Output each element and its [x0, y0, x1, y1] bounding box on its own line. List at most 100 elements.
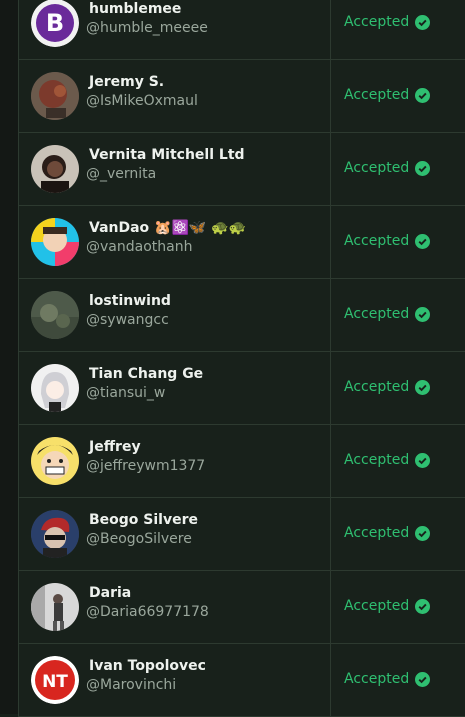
participants-table: B humblemee @humble_meeee Accepted Jerem…: [18, 0, 465, 717]
logo-avatar-icon: NT: [31, 656, 79, 704]
avatar[interactable]: [31, 364, 79, 412]
user-cell: Daria @Daria66977178: [19, 571, 331, 643]
user-cell: Tian Chang Ge @tiansui_w: [19, 352, 331, 424]
status-cell: Accepted: [332, 279, 465, 351]
user-name[interactable]: humblemee: [89, 1, 181, 17]
user-handle: @Marovinchi: [86, 677, 177, 693]
status-badge: Accepted: [344, 160, 431, 176]
status-label: Accepted: [344, 14, 410, 30]
table-row[interactable]: Tian Chang Ge @tiansui_w Accepted: [19, 352, 465, 425]
user-cell: Beogo Silvere @BeogoSilvere: [19, 498, 331, 570]
anime-avatar-icon: [31, 364, 79, 412]
user-handle: @humble_meeee: [86, 20, 208, 36]
table-row[interactable]: NT Ivan Topolovec @Marovinchi Accepted: [19, 644, 465, 717]
status-cell: Accepted: [332, 498, 465, 570]
check-circle-icon: [415, 233, 431, 249]
svg-text:B: B: [46, 9, 64, 37]
status-label: Accepted: [344, 525, 410, 541]
check-circle-icon: [415, 160, 431, 176]
avatar[interactable]: [31, 510, 79, 558]
check-circle-icon: [415, 87, 431, 103]
avatar[interactable]: [31, 291, 79, 339]
avatar[interactable]: [31, 218, 79, 266]
bitcoin-avatar-icon: B: [31, 0, 79, 47]
status-cell: Accepted: [332, 206, 465, 278]
landscape-avatar-icon: [31, 291, 79, 339]
table-row[interactable]: B humblemee @humble_meeee Accepted: [19, 0, 465, 60]
status-cell: Accepted: [332, 0, 465, 59]
table-row[interactable]: VanDao 🐹⚛️🦋 🐢🐢 @vandaothanh Accepted: [19, 206, 465, 279]
svg-text:NT: NT: [42, 672, 68, 692]
user-name[interactable]: Jeremy S.: [89, 74, 164, 90]
status-badge: Accepted: [344, 452, 431, 468]
user-name[interactable]: VanDao 🐹⚛️🦋 🐢🐢: [89, 220, 246, 236]
table-row[interactable]: Vernita Mitchell Ltd @_vernita Accepted: [19, 133, 465, 206]
status-label: Accepted: [344, 87, 410, 103]
user-cell: VanDao 🐹⚛️🦋 🐢🐢 @vandaothanh: [19, 206, 331, 278]
user-cell: Jeffrey @jeffreywm1377: [19, 425, 331, 497]
user-handle: @tiansui_w: [86, 385, 166, 401]
portrait-avatar-icon: [31, 145, 79, 193]
user-name[interactable]: Vernita Mitchell Ltd: [89, 147, 245, 163]
status-badge: Accepted: [344, 379, 431, 395]
status-cell: Accepted: [332, 644, 465, 716]
user-handle: @jeffreywm1377: [86, 458, 206, 474]
user-handle: @vandaothanh: [86, 239, 193, 255]
avatar[interactable]: NT: [31, 656, 79, 704]
chicken-avatar-icon: [31, 72, 79, 120]
check-circle-icon: [415, 14, 431, 30]
user-name[interactable]: Tian Chang Ge: [89, 366, 203, 382]
table-row[interactable]: Jeffrey @jeffreywm1377 Accepted: [19, 425, 465, 498]
status-badge: Accepted: [344, 598, 431, 614]
check-circle-icon: [415, 525, 431, 541]
user-cell: Vernita Mitchell Ltd @_vernita: [19, 133, 331, 205]
check-circle-icon: [415, 306, 431, 322]
status-label: Accepted: [344, 671, 410, 687]
status-label: Accepted: [344, 160, 410, 176]
user-handle: @sywangcc: [86, 312, 169, 328]
check-circle-icon: [415, 379, 431, 395]
user-name[interactable]: Jeffrey: [89, 439, 141, 455]
status-badge: Accepted: [344, 14, 431, 30]
check-circle-icon: [415, 671, 431, 687]
user-handle: @IsMikeOxmaul: [86, 93, 198, 109]
cartoon-avatar-icon: [31, 218, 79, 266]
avatar[interactable]: [31, 583, 79, 631]
user-cell: NT Ivan Topolovec @Marovinchi: [19, 644, 331, 716]
left-strip: [0, 0, 18, 714]
avatar[interactable]: [31, 145, 79, 193]
status-label: Accepted: [344, 598, 410, 614]
status-label: Accepted: [344, 379, 410, 395]
cartoon-face-avatar-icon: [31, 437, 79, 485]
photo-avatar-icon: [31, 583, 79, 631]
table-row[interactable]: lostinwind @sywangcc Accepted: [19, 279, 465, 352]
table-row[interactable]: Daria @Daria66977178 Accepted: [19, 571, 465, 644]
user-name[interactable]: Beogo Silvere: [89, 512, 198, 528]
status-cell: Accepted: [332, 425, 465, 497]
table-row[interactable]: Jeremy S. @IsMikeOxmaul Accepted: [19, 60, 465, 133]
avatar[interactable]: [31, 72, 79, 120]
status-label: Accepted: [344, 306, 410, 322]
status-label: Accepted: [344, 233, 410, 249]
masked-avatar-icon: [31, 510, 79, 558]
status-cell: Accepted: [332, 571, 465, 643]
user-name[interactable]: lostinwind: [89, 293, 171, 309]
status-badge: Accepted: [344, 87, 431, 103]
avatar[interactable]: [31, 437, 79, 485]
status-cell: Accepted: [332, 352, 465, 424]
user-name[interactable]: Ivan Topolovec: [89, 658, 206, 674]
status-cell: Accepted: [332, 133, 465, 205]
check-circle-icon: [415, 452, 431, 468]
user-handle: @_vernita: [86, 166, 157, 182]
check-circle-icon: [415, 598, 431, 614]
table-row[interactable]: Beogo Silvere @BeogoSilvere Accepted: [19, 498, 465, 571]
user-cell: B humblemee @humble_meeee: [19, 0, 331, 59]
user-cell: lostinwind @sywangcc: [19, 279, 331, 351]
status-cell: Accepted: [332, 60, 465, 132]
status-badge: Accepted: [344, 671, 431, 687]
status-badge: Accepted: [344, 233, 431, 249]
user-cell: Jeremy S. @IsMikeOxmaul: [19, 60, 331, 132]
avatar[interactable]: B: [31, 0, 79, 47]
user-name[interactable]: Daria: [89, 585, 131, 601]
status-label: Accepted: [344, 452, 410, 468]
